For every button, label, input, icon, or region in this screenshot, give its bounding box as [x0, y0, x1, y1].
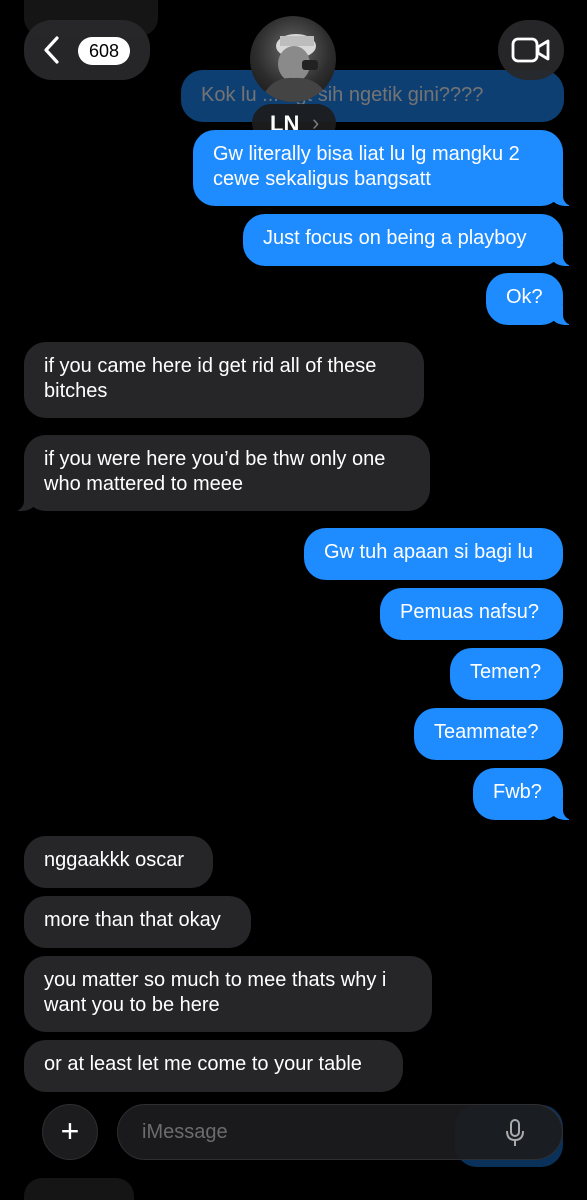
message-bubble-outgoing[interactable]: Just focus on being a playboy [243, 214, 573, 266]
message-text: Gw tuh apaan si bagi lu [324, 541, 534, 563]
message-bubble-outgoing[interactable]: Fwb? [473, 768, 573, 820]
message-bubble-incoming[interactable]: if you were here you’d be thw only one w… [14, 435, 430, 511]
message-text: nggaakkk oscar [44, 849, 185, 871]
back-button[interactable]: 608 [24, 20, 150, 80]
message-bubble-outgoing[interactable]: Temen? [450, 648, 563, 700]
message-text: Teammate? [434, 721, 539, 743]
video-camera-icon [511, 37, 550, 63]
partial-outgoing-bubble: Kok lu ... bgt sih ngetik gini???? [181, 70, 564, 122]
message-bubble-outgoing[interactable]: Gw literally bisa liat lu lg mangku 2 ce… [193, 130, 573, 206]
message-bubble-outgoing[interactable]: Gw tuh apaan si bagi lu [304, 528, 563, 580]
message-bubble-outgoing[interactable]: Teammate? [414, 708, 563, 760]
video-call-button[interactable] [498, 20, 564, 80]
message-bubble-incoming[interactable]: more than that okay [24, 896, 251, 948]
message-text: Gw literally bisa liat lu lg mangku 2 ce… [213, 143, 520, 190]
message-bubble-outgoing[interactable]: Pemuas nafsu? [380, 588, 563, 640]
message-bubble-outgoing[interactable]: Ok? [486, 273, 573, 325]
message-text: Fwb? [493, 781, 542, 803]
add-attachment-button[interactable]: + [42, 1104, 98, 1160]
message-text: if you were here you’d be thw only one w… [44, 448, 386, 495]
message-text: Pemuas nafsu? [400, 601, 539, 623]
avatar-photo [260, 34, 330, 102]
message-input-placeholder: iMessage [142, 1121, 228, 1143]
unread-count: 608 [88, 41, 120, 61]
message-text: Just focus on being a playboy [263, 227, 527, 249]
back-chevron-icon [44, 36, 59, 64]
plus-icon: + [60, 1113, 80, 1149]
message-bubble-incoming[interactable]: you matter so much to mee thats why i wa… [24, 956, 432, 1032]
microphone-icon[interactable] [506, 1119, 524, 1147]
faded-bottom-bubble [24, 1178, 134, 1200]
partial-message-text: Kok lu ... bgt sih ngetik gini???? [201, 84, 484, 106]
message-text: or at least let me come to your table [44, 1053, 362, 1075]
message-input[interactable]: iMessage [117, 1104, 563, 1160]
unread-count-badge: 608 [78, 37, 130, 65]
message-text: more than that okay [44, 909, 221, 931]
message-bubble-incoming[interactable]: nggaakkk oscar [24, 836, 213, 888]
message-text: Temen? [470, 661, 542, 683]
message-bubble-incoming[interactable]: or at least let me come to your table [24, 1040, 403, 1092]
message-text: if you came here id get rid all of these… [44, 355, 377, 402]
message-text: Ok? [506, 286, 543, 308]
contact-avatar[interactable] [250, 16, 336, 102]
message-text: you matter so much to mee thats why i wa… [44, 969, 387, 1016]
message-bubble-incoming[interactable]: if you came here id get rid all of these… [24, 342, 424, 418]
